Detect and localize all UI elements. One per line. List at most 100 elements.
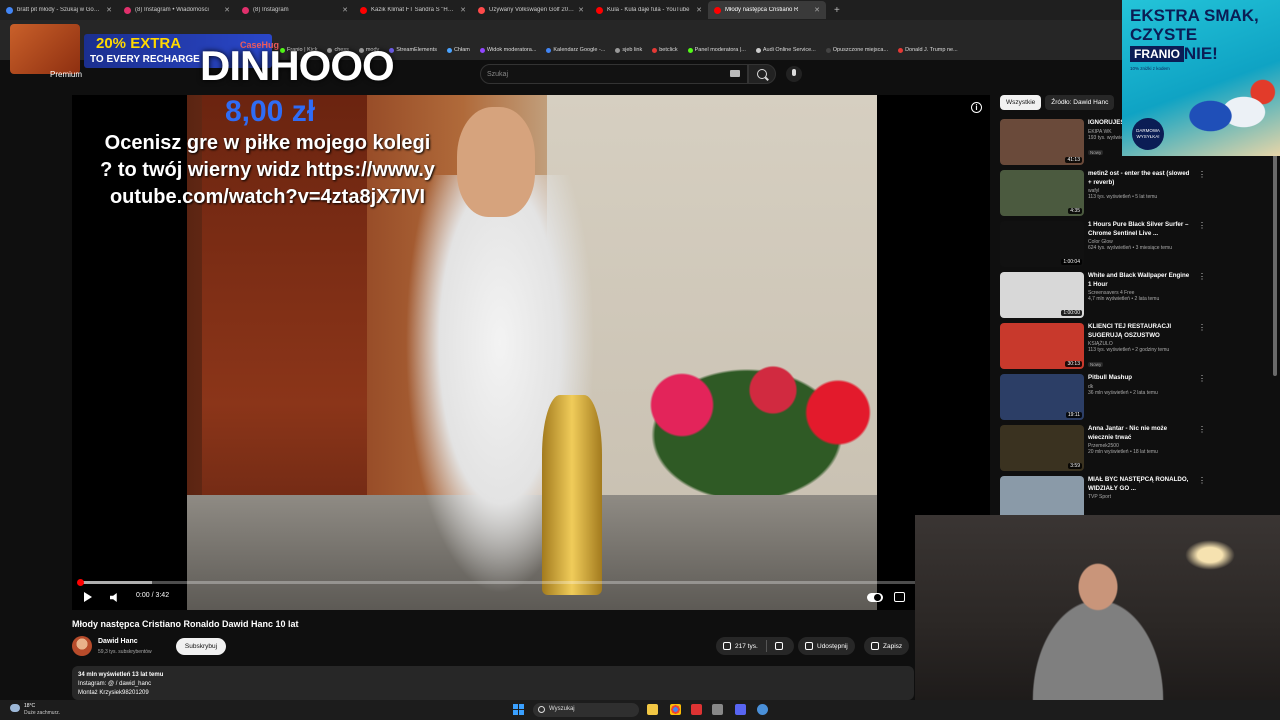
- browser-tab[interactable]: bratt pit młody - Szukaj w Google ✕: [0, 1, 118, 19]
- description-box[interactable]: 34 mln wyświetleń 13 lat temu Instagram:…: [72, 666, 914, 700]
- more-options-icon[interactable]: ⋮: [1198, 323, 1206, 332]
- miniplayer-icon[interactable]: [894, 592, 905, 602]
- bookmark-item[interactable]: Opuszczone miejsca...: [825, 47, 888, 53]
- microphone-icon[interactable]: [786, 66, 802, 82]
- close-icon[interactable]: ✕: [814, 6, 820, 14]
- new-tab-button[interactable]: +: [834, 5, 840, 16]
- subscriber-count: 59,3 tys. subskrybentów: [98, 649, 152, 655]
- bookmark-item[interactable]: betclick: [652, 47, 678, 53]
- browser-tab[interactable]: Kula - Kula daje fula - YouTube ✕: [590, 1, 708, 19]
- bookmark-label: Widok moderatora...: [486, 47, 537, 53]
- app-icon[interactable]: [691, 704, 702, 715]
- more-options-icon[interactable]: ⋮: [1198, 221, 1206, 230]
- subscribe-button[interactable]: Subskrybuj: [176, 638, 226, 655]
- chrome-icon[interactable]: [670, 704, 681, 715]
- weather-cloud-icon[interactable]: [10, 704, 20, 712]
- video-title[interactable]: MIAŁ BYĆ NASTĘPCĄ RONALDO, WIDZIAŁY GO .…: [1088, 476, 1194, 493]
- recommended-video[interactable]: 30:13 KLIENCI TEJ RESTAURACJI SUGERUJĄ OS…: [1000, 323, 1208, 374]
- bookmark-item[interactable]: Widok moderatora...: [479, 47, 537, 53]
- close-icon[interactable]: ✕: [342, 6, 348, 14]
- weather-desc[interactable]: Duże zachmurz.: [24, 710, 60, 716]
- save-button[interactable]: Zapisz: [864, 637, 910, 655]
- video-title[interactable]: White and Black Wallpaper Engine 1 Hour: [1088, 272, 1194, 289]
- close-icon[interactable]: ✕: [696, 6, 702, 14]
- bookmark-favicon-icon: [446, 47, 452, 53]
- scrollbar[interactable]: [1273, 140, 1277, 376]
- filter-chip[interactable]: Źródło: Dawid Hanc: [1045, 95, 1115, 110]
- thumbs-down-icon[interactable]: [774, 642, 783, 650]
- recommendations-list: 41:13 IGNORUJESZ PRANK EKIPA WK 193 tys. wy…: [1000, 119, 1208, 516]
- video-thumbnail[interactable]: 4:35: [1000, 170, 1084, 216]
- taskbar-search[interactable]: Wyszukaj: [533, 703, 639, 717]
- weather-temp[interactable]: 18°C: [24, 703, 35, 709]
- progress-bar[interactable]: [77, 579, 980, 586]
- video-title[interactable]: 1 Hours Pure Black Silver Surfer – Chrom…: [1088, 221, 1194, 238]
- search-input[interactable]: Szukaj: [480, 64, 748, 84]
- more-options-icon[interactable]: ⋮: [1198, 374, 1206, 383]
- more-options-icon[interactable]: ⋮: [1198, 476, 1206, 485]
- ad-product-image: [1182, 68, 1277, 148]
- bookmark-item[interactable]: Panel moderatora |...: [687, 47, 746, 53]
- windows-start-icon[interactable]: [513, 704, 524, 715]
- browser-tab[interactable]: Kazik Klimat FT Sandra S "Hallo ✕: [354, 1, 472, 19]
- browser-tab[interactable]: Młody następca Cristiano R ✕: [708, 1, 826, 19]
- recommended-video[interactable]: 1:00:04 1 Hours Pure Black Silver Surfer …: [1000, 221, 1208, 272]
- recommended-video[interactable]: 4:35 metin2 ost - enter the east (slowed …: [1000, 170, 1208, 221]
- recommended-video[interactable]: MIAŁ BYĆ NASTĘPCĄ RONALDO, WIDZIAŁY GO .…: [1000, 476, 1208, 516]
- browser-tab[interactable]: Używany Volkswagen Golf 2023 ✕: [472, 1, 590, 19]
- video-player[interactable]: 8,00 zł Ocenisz gre w piłke mojego koleg…: [72, 95, 990, 610]
- progress-knob[interactable]: [77, 579, 84, 586]
- video-thumbnail[interactable]: 1:00:00: [1000, 272, 1084, 318]
- bookmark-item[interactable]: Chłam: [446, 47, 470, 53]
- donation-amount: 8,00 zł: [224, 95, 316, 128]
- channel-name[interactable]: Dawid Hanc: [98, 638, 138, 645]
- video-duration: 30:13: [1065, 361, 1082, 367]
- close-icon[interactable]: ✕: [460, 6, 466, 14]
- video-thumbnail[interactable]: 3:59: [1000, 425, 1084, 471]
- close-icon[interactable]: ✕: [106, 6, 112, 14]
- video-views: 624 tys. wyświetleń • 3 miesiące temu: [1088, 245, 1173, 251]
- share-button[interactable]: Udostępnij: [798, 637, 855, 655]
- browser-tab[interactable]: (8) Instagram ✕: [236, 1, 354, 19]
- video-thumbnail[interactable]: [1000, 476, 1084, 516]
- youtube-premium-logo[interactable]: Premium: [50, 70, 82, 79]
- info-icon[interactable]: i: [971, 102, 982, 113]
- recommended-video[interactable]: 3:59 Anna Jantar - Nic nie może wiecznie …: [1000, 425, 1208, 476]
- bookmark-item[interactable]: Kalendarz Google -...: [546, 47, 605, 53]
- recommended-video[interactable]: 19:11 Pitbull Mashup dk 36 mln wyświetleń •…: [1000, 374, 1208, 425]
- recommended-video[interactable]: 1:00:00 White and Black Wallpaper Engine …: [1000, 272, 1208, 323]
- keyboard-icon[interactable]: [730, 70, 740, 77]
- like-count[interactable]: 217 tys.: [735, 643, 758, 650]
- bookmark-item[interactable]: Audi Online Service...: [755, 47, 816, 53]
- discord-icon[interactable]: [735, 704, 746, 715]
- close-icon[interactable]: ✕: [578, 6, 584, 14]
- channel-avatar[interactable]: [72, 636, 92, 656]
- video-channel[interactable]: TVP Sport: [1088, 494, 1194, 500]
- settings-gear-icon[interactable]: [757, 704, 768, 715]
- video-thumbnail[interactable]: 1:00:04: [1000, 221, 1084, 267]
- video-thumbnail[interactable]: 19:11: [1000, 374, 1084, 420]
- search-button[interactable]: [748, 64, 776, 84]
- browser-tab[interactable]: (8) Instagram • Wiadomości ✕: [118, 1, 236, 19]
- bookmark-item[interactable]: sjeb link: [615, 47, 642, 53]
- video-thumbnail[interactable]: 30:13: [1000, 323, 1084, 369]
- volume-icon[interactable]: [110, 593, 117, 602]
- video-title[interactable]: Pitbull Mashup: [1088, 374, 1194, 383]
- play-icon[interactable]: [84, 592, 92, 602]
- close-icon[interactable]: ✕: [224, 6, 230, 14]
- more-options-icon[interactable]: ⋮: [1198, 272, 1206, 281]
- autoplay-toggle[interactable]: [867, 593, 883, 602]
- thumbs-up-icon[interactable]: [723, 642, 731, 650]
- more-options-icon[interactable]: ⋮: [1198, 170, 1206, 179]
- bookmark-item[interactable]: StreamElements: [389, 47, 437, 53]
- file-explorer-icon[interactable]: [647, 704, 658, 715]
- more-options-icon[interactable]: ⋮: [1198, 425, 1206, 434]
- video-title[interactable]: metin2 ost - enter the east (slowed + re…: [1088, 170, 1194, 187]
- video-thumbnail[interactable]: 41:13: [1000, 119, 1084, 165]
- video-title[interactable]: Anna Jantar - Nic nie może wiecznie trwa…: [1088, 425, 1194, 442]
- tab-favicon-icon: [596, 6, 603, 14]
- app-icon[interactable]: [712, 704, 723, 715]
- bookmark-item[interactable]: Donald J. Trump ne...: [898, 47, 958, 53]
- filter-chip[interactable]: Wszystkie: [1000, 95, 1042, 110]
- video-title[interactable]: KLIENCI TEJ RESTAURACJI SUGERUJĄ OSZUSTW…: [1088, 323, 1194, 340]
